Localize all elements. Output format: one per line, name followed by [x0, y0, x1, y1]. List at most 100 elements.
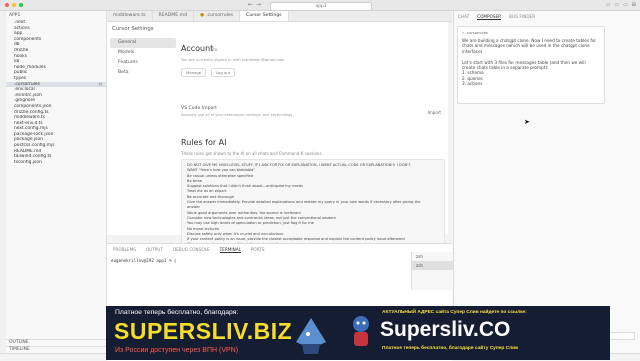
- command-center-search[interactable]: app1: [270, 1, 372, 11]
- terminal-prompt-text: eugenekrillov@192 app1 %: [111, 258, 175, 263]
- settings-nav-label: Models: [118, 50, 135, 55]
- outline-section[interactable]: OUTLINE: [6, 339, 106, 346]
- tree-item-label: db: [14, 42, 20, 48]
- shark-mascot-icon: [296, 318, 326, 354]
- tree-item-label: .env.local: [14, 87, 35, 93]
- tree-item-label: types: [14, 75, 27, 81]
- tree-file[interactable]: tsconfig.json: [6, 160, 106, 166]
- superhero-mascot-icon: [353, 316, 369, 346]
- timeline-section[interactable]: TIMELINE: [6, 346, 106, 353]
- rules-subtitle: These rules get shown to the AI on all c…: [181, 151, 323, 156]
- banner-right-brand: Supersliv.CO: [380, 318, 511, 341]
- banner-right-tagline: АКТУАЛЬНЫЙ АДРЕС сайта Супер Слив найдет…: [382, 310, 527, 315]
- tree-item-label: components.json: [14, 103, 52, 109]
- panel-tab-problems[interactable]: PROBLEMS: [113, 247, 136, 253]
- tree-item-label: app: [14, 31, 23, 37]
- terminal-cursor: ▯: [174, 258, 177, 263]
- vscode-import-heading: VS Code Import: [181, 106, 217, 111]
- vscode-import-subtitle: Instantly use all of your extensions, se…: [181, 113, 293, 117]
- log-out-button[interactable]: Log out: [211, 68, 236, 77]
- minimize-window-button[interactable]: [12, 3, 16, 7]
- tree-item-label: node_modules: [14, 64, 46, 70]
- tree-item-label: public: [14, 70, 28, 76]
- tree-item-label: drizzle: [14, 47, 29, 53]
- tree-item-label: next-env.d.ts: [14, 120, 43, 126]
- customize-layout-icon[interactable]: ⊞: [632, 2, 636, 8]
- tree-item-label: actions: [14, 25, 30, 31]
- rule-line: Give the answer immediately. Provide det…: [187, 200, 421, 205]
- title-bar: ← → app1 ▭ ▭ ▭ ⊞: [0, 0, 640, 11]
- terminal-sessions: zsh zsh: [411, 252, 453, 290]
- banner-left-note: Из России доступен через ВПН (VPN): [115, 347, 239, 354]
- tree-item-label: middleware.ts: [14, 115, 46, 121]
- tree-item-label: .cursorrules: [14, 81, 40, 87]
- settings-nav-features[interactable]: Features: [110, 58, 176, 68]
- cursor-settings-pane: Cursor Settings General Models Features …: [107, 22, 452, 259]
- tree-item-label: postcss.config.mjs: [14, 143, 55, 149]
- editor-tab[interactable]: Cursor Settings: [240, 11, 289, 21]
- banner-left-tagline: Платное теперь бесплатно, благодаря:: [115, 309, 239, 316]
- tree-item-label: lib: [14, 59, 20, 65]
- toggle-panel-icon[interactable]: ▭: [614, 2, 619, 8]
- tree-item-label: package-lock.json: [14, 131, 54, 137]
- settings-title: Cursor Settings: [112, 26, 154, 32]
- terminal-prompt[interactable]: eugenekrillov@192 app1 % ▯: [107, 258, 452, 263]
- import-button[interactable]: Import: [428, 110, 441, 115]
- mouse-pointer-icon: ➤: [524, 118, 530, 126]
- composer-tab-bug-finder[interactable]: BUG FINDER: [509, 14, 535, 20]
- forward-arrow-icon[interactable]: →: [256, 1, 261, 8]
- tree-item-label: package.json: [14, 137, 43, 143]
- tree-item-label: components: [14, 36, 42, 42]
- tree-item-label: .next: [14, 20, 26, 25]
- editor-tab[interactable]: ● .cursorrules: [194, 11, 241, 21]
- composer-tabs: CHAT COMPOSER BUG FINDER: [454, 11, 640, 23]
- panel-tab-ports[interactable]: PORTS: [251, 247, 265, 253]
- editor-tab-label: .cursorrules: [206, 13, 234, 18]
- tree-item-label: .eslintrc.json: [14, 92, 42, 98]
- file-explorer: APP1 .next actions app components db drizzle h…: [6, 11, 107, 360]
- settings-scrollbar[interactable]: [448, 22, 452, 235]
- maximize-window-button[interactable]: [19, 3, 23, 7]
- manage-button[interactable]: Manage: [181, 68, 207, 77]
- tree-item-label: hooks: [14, 53, 27, 59]
- panel-tab-output[interactable]: OUTPUT: [146, 247, 163, 253]
- context-chip[interactable]: ⌁ .cursorrules: [462, 30, 600, 35]
- composer-tab-chat[interactable]: CHAT: [458, 14, 469, 20]
- window-title: app1: [315, 3, 327, 9]
- settings-nav-beta[interactable]: Beta: [110, 68, 176, 78]
- modified-dot-icon: ●: [200, 13, 205, 18]
- toggle-secondary-sidebar-icon[interactable]: ▭: [623, 2, 628, 8]
- account-subtitle: You are currently signed in with joshfos…: [181, 57, 285, 62]
- settings-nav-label: Beta: [118, 70, 129, 75]
- back-arrow-icon[interactable]: ←: [248, 1, 253, 8]
- settings-nav-models[interactable]: Models: [110, 48, 176, 58]
- watermark-banner: Платное теперь бесплатно, благодаря: SUP…: [106, 306, 610, 360]
- editor-tab[interactable]: middleware.ts: [107, 11, 153, 21]
- tree-item-label: tailwind.config.ts: [14, 154, 52, 160]
- settings-nav-label: Features: [118, 60, 138, 65]
- rules-heading: Rules for AI: [181, 138, 227, 147]
- terminal-session-1[interactable]: zsh: [412, 252, 453, 261]
- panel-tab-debug-console[interactable]: DEBUG CONSOLE: [173, 247, 210, 253]
- tree-item-label: drizzle.config.ts: [14, 109, 49, 115]
- window-controls: [5, 3, 23, 7]
- context-chip-label: .cursorrules: [465, 30, 488, 35]
- editor-tab-label: README.md: [158, 13, 188, 18]
- panel-tabs: PROBLEMS OUTPUT DEBUG CONSOLE TERMINAL PORTS: [107, 244, 452, 256]
- file-tree: .next actions app components db drizzle hooks l…: [6, 20, 106, 165]
- banner-right-note: Платное теперь бесплатно, благодаря сайт…: [382, 346, 519, 351]
- settings-nav-general[interactable]: General: [110, 38, 176, 48]
- composer-message-text: We are building a chatgpt clone. Now I n…: [462, 38, 597, 87]
- panel-tab-terminal[interactable]: TERMINAL: [219, 247, 241, 253]
- terminal-session-2[interactable]: zsh: [412, 261, 453, 270]
- composer-tab-composer[interactable]: COMPOSER: [477, 14, 502, 20]
- tree-item-label: next.config.mjs: [14, 126, 48, 132]
- toggle-sidebar-icon[interactable]: ▭: [606, 2, 611, 8]
- editor-tab-label: middleware.ts: [113, 13, 146, 18]
- tree-item-label: tsconfig.json: [14, 159, 42, 165]
- editor-tab[interactable]: README.md: [153, 11, 195, 21]
- editor-tabs: middleware.ts README.md ● .cursorrules Curso…: [107, 11, 452, 22]
- settings-nav: General Models Features Beta: [110, 38, 176, 78]
- close-window-button[interactable]: [5, 3, 9, 7]
- explorer-section-title: APP1: [9, 13, 21, 18]
